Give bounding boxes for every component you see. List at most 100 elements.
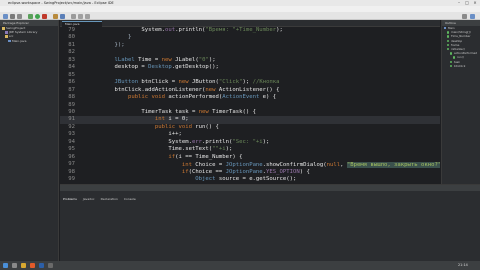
code-token: if — [181, 168, 189, 175]
perspective-icon[interactable] — [462, 13, 467, 19]
maximize-icon[interactable]: □ — [464, 1, 470, 5]
line-number: 90 — [68, 108, 75, 115]
code-line[interactable]: 93 i++; — [60, 131, 440, 138]
app-icon[interactable] — [48, 263, 53, 268]
library-icon — [5, 31, 8, 34]
line-number: 99 — [68, 176, 75, 182]
code-line[interactable]: 88 public void actionPerformed(ActionEve… — [60, 94, 440, 101]
code-token: TimerTask() { — [208, 108, 256, 115]
member-icon — [444, 27, 447, 30]
code-token: JButton — [114, 79, 139, 86]
tab-console[interactable]: Console — [121, 196, 139, 202]
search-icon[interactable] — [71, 13, 76, 19]
run-icon[interactable] — [35, 13, 40, 19]
code-token: ) { — [299, 168, 310, 175]
code-line[interactable]: 79 System.out.println("Время: "+Time_Num… — [60, 27, 440, 34]
code-token: , — [340, 162, 347, 169]
bottom-panel: Problems Javadoc Declaration Console — [60, 184, 480, 261]
outline-item[interactable]: btnClick — [442, 64, 480, 68]
code-token: ActionEvent — [222, 94, 260, 101]
code-text: public void actionPerformed(ActionEvent … — [101, 94, 276, 101]
print-icon[interactable] — [17, 13, 22, 19]
code-line[interactable]: 98 if(Choice == JOptionPane.YES_OPTION) … — [60, 169, 440, 176]
code-editor[interactable]: 79 System.out.println("Время: "+Time_Num… — [60, 27, 440, 184]
code-token: err — [191, 138, 203, 145]
back-icon[interactable] — [78, 13, 83, 19]
code-token: actionPerformed( — [165, 94, 223, 101]
code-token: i++; — [168, 131, 182, 138]
browser-icon[interactable] — [30, 263, 35, 268]
code-text: if(Choice == JOptionPane.YES_OPTION) { — [101, 169, 310, 176]
code-token: ); — [208, 56, 216, 63]
code-token: new — [161, 56, 172, 63]
code-token: TimerTask task = — [141, 108, 199, 115]
line-number: 91 — [68, 116, 75, 123]
line-number: 96 — [68, 153, 75, 160]
code-text: int i = 0; — [101, 116, 189, 123]
code-token: null — [326, 162, 341, 169]
code-token: int — [154, 116, 165, 123]
minimize-icon[interactable]: – — [456, 1, 462, 5]
debug-icon[interactable] — [28, 13, 33, 19]
code-line[interactable]: 99 Object source = e.getSource(); — [60, 176, 440, 183]
code-line[interactable]: 87 btnClick.addActionListener(new Action… — [60, 87, 440, 94]
taskbar: 21:14 — [0, 261, 480, 270]
forward-icon[interactable] — [85, 13, 90, 19]
tree-item-main-java[interactable]: Main.java — [0, 39, 58, 43]
stop-icon[interactable] — [42, 13, 47, 19]
editor-tab-bar: Main.java — [60, 20, 440, 27]
member-icon — [450, 64, 453, 68]
line-number: 80 — [68, 34, 75, 41]
code-line[interactable]: 84 desktop = Desktop.getDesktop(); — [60, 64, 440, 71]
java-file-icon — [8, 39, 11, 43]
code-line[interactable]: 92 public void run() { — [60, 124, 440, 131]
tab-javadoc[interactable]: Javadoc — [80, 196, 98, 202]
java-perspective-icon[interactable] — [470, 13, 475, 19]
code-token: public void — [127, 94, 165, 101]
start-icon[interactable] — [3, 263, 8, 268]
code-line[interactable]: 85 — [60, 72, 440, 79]
new-file-icon[interactable] — [3, 13, 8, 19]
code-line[interactable]: 96 if(i == Time_Number) { — [60, 154, 440, 161]
code-line[interactable]: 95 Time.setText(""+i); — [60, 146, 440, 153]
tab-declaration[interactable]: Declaration — [98, 196, 121, 202]
package-folder-icon — [5, 35, 8, 38]
code-line[interactable]: 80 } — [60, 34, 440, 41]
code-token: "Click" — [218, 79, 243, 86]
search-taskbar-icon[interactable] — [12, 263, 17, 268]
code-token: int — [181, 162, 192, 169]
code-token: JOptionPane — [225, 162, 263, 169]
new-package-icon[interactable] — [53, 13, 58, 19]
outline-panel: Outline Main main(String[]) Time_Number des… — [441, 20, 480, 184]
code-token: "Время: "+Time_Number — [205, 27, 277, 33]
code-text: public void run() { — [101, 124, 219, 131]
save-icon[interactable] — [10, 13, 15, 19]
line-number: 82 — [68, 49, 75, 56]
tab-problems[interactable]: Problems — [60, 196, 80, 202]
code-line[interactable]: 91 int i = 0; — [60, 116, 440, 124]
code-line[interactable]: 94 System.err.println("Sec: "+i); — [60, 139, 440, 146]
close-icon[interactable]: × — [472, 1, 478, 5]
file-explorer-icon[interactable] — [21, 263, 26, 268]
code-line[interactable]: 82 — [60, 49, 440, 56]
code-token: out — [165, 27, 176, 33]
line-number: 83 — [68, 56, 75, 63]
project-folder-icon — [2, 27, 5, 30]
code-line[interactable]: 86 JButton btnClick = new JButton("Click… — [60, 79, 440, 86]
code-token: run() { — [191, 123, 219, 130]
new-class-icon[interactable] — [60, 13, 65, 19]
eclipse-icon[interactable] — [39, 263, 44, 268]
code-line[interactable]: 81 }); — [60, 42, 440, 49]
code-token: System. — [168, 138, 192, 145]
code-line[interactable]: 97 int Choice = JOptionPane.showConfirmD… — [60, 161, 440, 169]
code-line[interactable]: 83 lLabel Time = new JLabel("0"); — [60, 57, 440, 64]
code-line[interactable]: 89 — [60, 102, 440, 109]
code-line[interactable]: 90 TimerTask task = new TimerTask() { — [60, 109, 440, 116]
